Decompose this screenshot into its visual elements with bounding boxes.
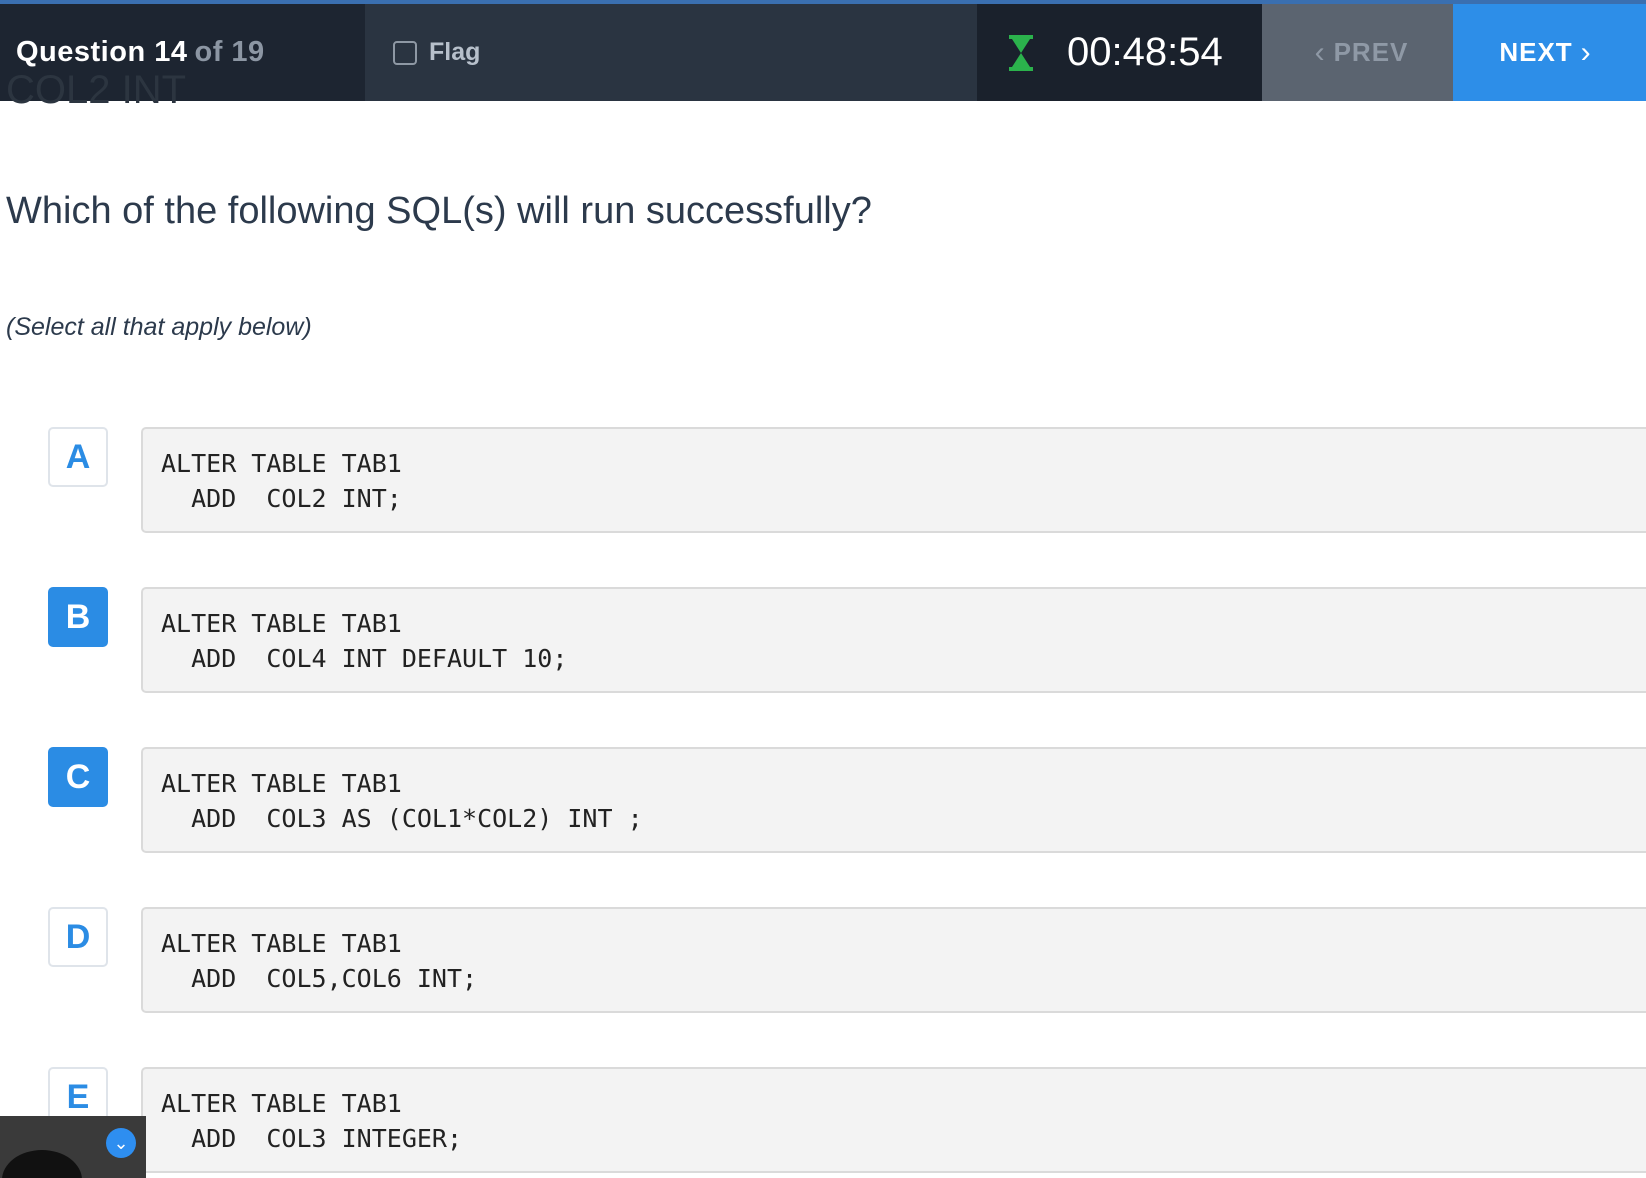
code-line: ALTER TABLE TAB1 bbox=[161, 769, 402, 798]
code-line: ALTER TABLE TAB1 bbox=[161, 449, 402, 478]
timer-value: 00:48:54 bbox=[1067, 30, 1223, 74]
chevron-down-icon[interactable]: ⌄ bbox=[106, 1128, 136, 1158]
chevron-right-icon: › bbox=[1580, 35, 1592, 69]
flag-checkbox[interactable] bbox=[393, 40, 417, 65]
option-letter-badge[interactable]: C bbox=[48, 747, 108, 807]
option-code[interactable]: ALTER TABLE TAB1 ADD COL5,COL6 INT; bbox=[141, 907, 1646, 1013]
option-code[interactable]: ALTER TABLE TAB1 ADD COL4 INT DEFAULT 10… bbox=[141, 587, 1646, 693]
prev-button[interactable]: ‹ PREV bbox=[1262, 4, 1453, 101]
code-line: ALTER TABLE TAB1 bbox=[161, 1089, 402, 1118]
code-line: ADD COL3 INTEGER; bbox=[161, 1124, 463, 1153]
webcam-person bbox=[2, 1150, 82, 1178]
webcam-preview[interactable]: ⌄ bbox=[0, 1116, 146, 1178]
option-code[interactable]: ALTER TABLE TAB1 ADD COL3 AS (COL1*COL2)… bbox=[141, 747, 1646, 853]
option-code[interactable]: ALTER TABLE TAB1 ADD COL2 INT; bbox=[141, 427, 1646, 533]
option-a[interactable]: A ALTER TABLE TAB1 ADD COL2 INT; bbox=[48, 427, 1646, 535]
option-b[interactable]: B ALTER TABLE TAB1 ADD COL4 INT DEFAULT … bbox=[48, 587, 1646, 695]
code-line: ADD COL3 AS (COL1*COL2) INT ; bbox=[161, 804, 643, 833]
code-line: ADD COL4 INT DEFAULT 10; bbox=[161, 644, 568, 673]
option-c[interactable]: C ALTER TABLE TAB1 ADD COL3 AS (COL1*COL… bbox=[48, 747, 1646, 855]
code-line: ADD COL5,COL6 INT; bbox=[161, 964, 478, 993]
option-e[interactable]: E ALTER TABLE TAB1 ADD COL3 INTEGER; bbox=[48, 1067, 1646, 1175]
option-letter-badge[interactable]: D bbox=[48, 907, 108, 967]
option-d[interactable]: D ALTER TABLE TAB1 ADD COL5,COL6 INT; bbox=[48, 907, 1646, 1015]
next-label: NEXT bbox=[1499, 37, 1573, 67]
flag-control[interactable]: Flag bbox=[365, 4, 977, 101]
code-line: ALTER TABLE TAB1 bbox=[161, 929, 402, 958]
next-button[interactable]: NEXT › bbox=[1453, 4, 1646, 101]
scrolled-code-fragment: COL2 INT bbox=[6, 68, 187, 112]
exam-header: Question 14 of 19 Flag 00:48:54 ‹ PREV N… bbox=[0, 4, 1646, 101]
question-number: Question 14 bbox=[16, 36, 188, 68]
hourglass-icon bbox=[1009, 34, 1033, 71]
question-total: of 19 bbox=[194, 36, 265, 68]
code-line: ADD COL2 INT; bbox=[161, 484, 402, 513]
option-letter-badge[interactable]: A bbox=[48, 427, 108, 487]
option-letter-badge[interactable]: B bbox=[48, 587, 108, 647]
code-line: ALTER TABLE TAB1 bbox=[161, 609, 402, 638]
prev-label: PREV bbox=[1333, 37, 1409, 67]
chevron-left-icon: ‹ bbox=[1314, 35, 1326, 69]
option-code[interactable]: ALTER TABLE TAB1 ADD COL3 INTEGER; bbox=[141, 1067, 1646, 1173]
flag-label: Flag bbox=[429, 38, 481, 66]
question-text: Which of the following SQL(s) will run s… bbox=[6, 190, 872, 232]
countdown-timer: 00:48:54 bbox=[977, 4, 1262, 101]
question-instruction: (Select all that apply below) bbox=[6, 313, 312, 341]
